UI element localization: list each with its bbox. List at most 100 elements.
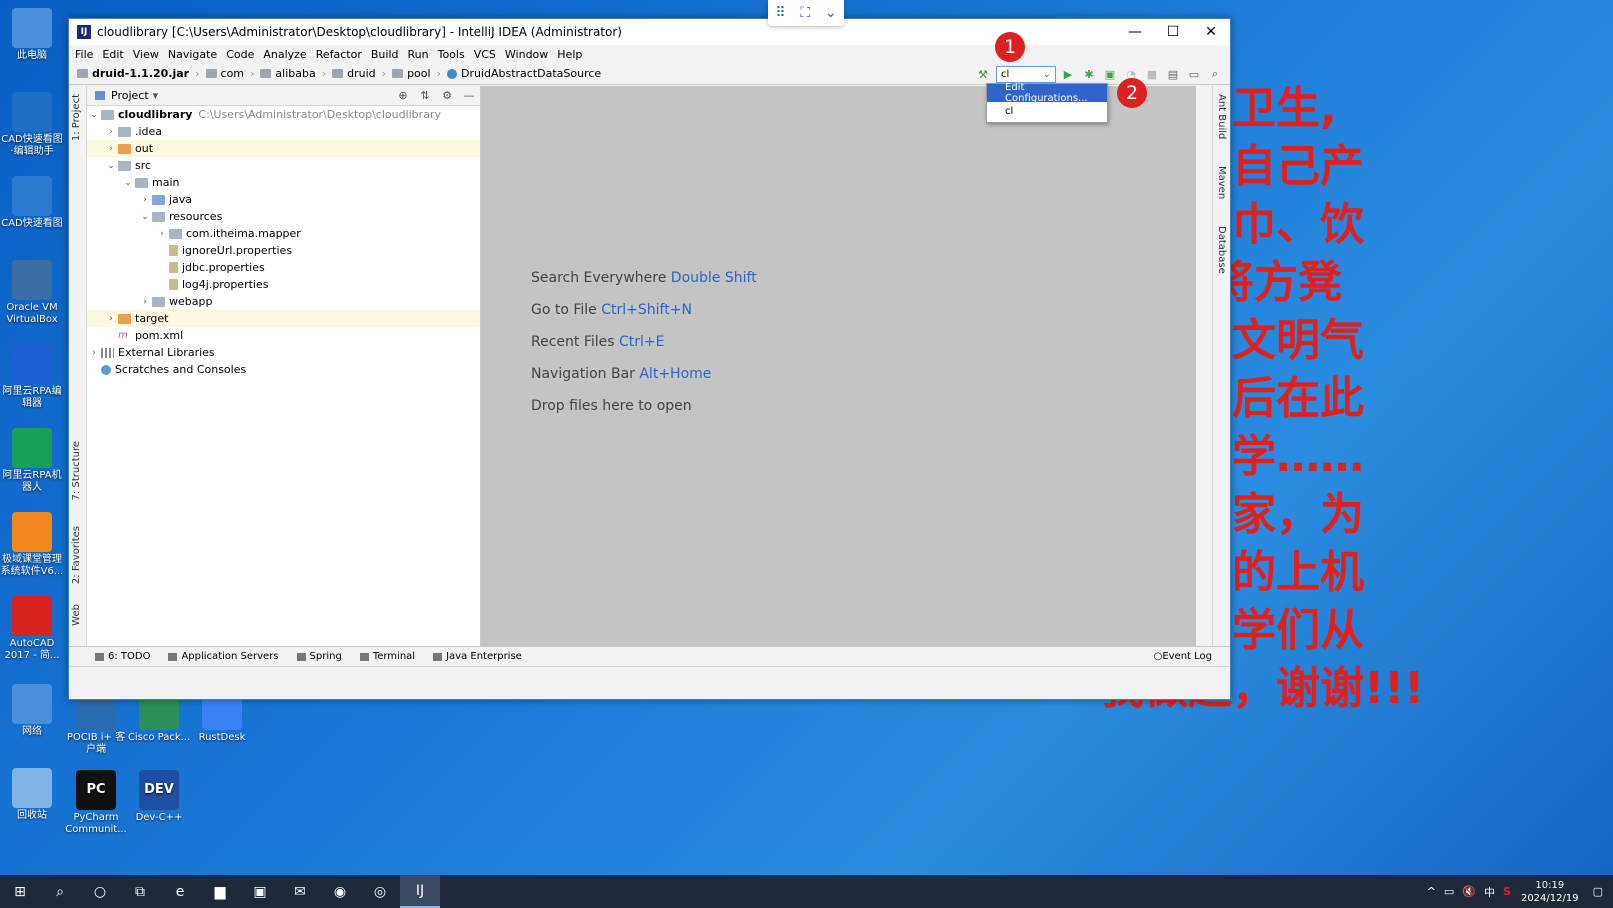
edit-configurations-item[interactable]: Edit Configurations... [987,82,1107,104]
intellij-icon[interactable]: IJ [400,875,440,908]
build-hammer-icon[interactable]: ⚒ [974,65,992,83]
hide-icon[interactable]: — [458,89,480,102]
chrome-icon[interactable]: ◉ [320,875,360,908]
run-icon[interactable]: ▶ [1059,65,1077,83]
desktop-icon[interactable]: 网络 [0,684,64,738]
search-icon[interactable]: ⌕ [1206,65,1224,83]
edge-icon[interactable]: e [160,875,200,908]
desktop-icon[interactable]: AutoCAD 2017 - 简... [0,596,64,662]
menu-help[interactable]: Help [557,48,582,61]
desktop-icon[interactable]: Oracle VM VirtualBox [0,260,64,326]
stop-icon[interactable]: ■ [1143,65,1161,83]
breadcrumb-item[interactable]: DruidAbstractDataSource [446,67,601,80]
chevron-down-icon[interactable]: ⌄ [104,161,118,171]
tree-node[interactable]: ignoreUrl.properties [87,242,480,259]
bottom-tab[interactable]: 6: TODO [95,651,150,662]
breadcrumb-item[interactable]: alibaba › [260,67,326,80]
tab-structure[interactable]: 7: Structure [71,441,82,500]
menu-analyze[interactable]: Analyze [263,48,306,61]
maximize-button[interactable]: ☐ [1154,24,1192,40]
tree-node[interactable]: › .idea [87,123,480,140]
desktop-icon[interactable]: CAD快速看图·编辑助手 [0,92,64,158]
cortana-icon[interactable]: ○ [80,875,120,908]
desktop-icon[interactable]: PC PyCharm Communit... [64,770,128,836]
menu-vcs[interactable]: VCS [474,48,496,61]
event-log-tab[interactable]: ○ Event Log [1154,651,1212,662]
tree-node[interactable]: › webapp [87,293,480,310]
chevron-right-icon[interactable]: › [104,144,118,154]
tab-database[interactable]: Database [1216,226,1227,274]
collapse-all-icon[interactable]: ⇅ [414,89,436,102]
chevron-down-icon[interactable]: ⌄ [87,110,101,120]
menu-tools[interactable]: Tools [438,48,465,61]
project-view-selector[interactable]: Project [111,89,149,102]
menu-run[interactable]: Run [408,48,429,61]
tree-node[interactable]: › External Libraries [87,344,480,361]
bottom-tab[interactable]: Spring [296,651,342,662]
tree-node[interactable]: ⌄ src [87,157,480,174]
tray-chevron-icon[interactable]: ^ [1427,885,1436,898]
locate-icon[interactable]: ⊕ [392,89,414,102]
sogou-icon[interactable]: S [1503,885,1511,898]
close-button[interactable]: ✕ [1192,24,1230,40]
tree-root[interactable]: ⌄ cloudlibrary C:\Users\Administrator\De… [87,106,480,123]
chevron-down-icon[interactable]: ⌄ [138,212,152,222]
debug-icon[interactable]: ✱ [1080,65,1098,83]
breadcrumb-item[interactable]: druid-1.1.20.jar › [77,67,200,80]
chevron-right-icon[interactable]: › [155,229,169,239]
notification-icon[interactable]: ▢ [1593,885,1603,898]
menu-code[interactable]: Code [226,48,254,61]
chevron-right-icon[interactable]: › [87,348,101,358]
chevron-down-icon[interactable]: ⌄ [825,5,837,21]
menu-edit[interactable]: Edit [102,48,123,61]
desktop-icon[interactable]: 此电脑 [0,8,64,62]
chevron-right-icon[interactable]: › [104,314,118,324]
start-icon[interactable]: ⊞ [0,875,40,908]
remote-control-bar[interactable]: ⠿ ⛶ ⌄ [768,0,844,26]
search-icon[interactable]: ⌕ [40,875,80,908]
tab-ant-build[interactable]: Ant Build [1216,94,1227,139]
chevron-down-icon[interactable]: ⌄ [121,178,135,188]
clock[interactable]: 10:19 2024/12/19 [1521,879,1579,905]
desktop-icon[interactable]: CAD快速看图 [0,176,64,230]
desktop-icon[interactable]: 回收站 [0,768,64,822]
tree-node[interactable]: › java [87,191,480,208]
tree-node[interactable]: › out [87,140,480,157]
menu-build[interactable]: Build [371,48,399,61]
chevron-right-icon[interactable]: › [104,127,118,137]
editor-area[interactable]: Search Everywhere Double Shift Go to File… [481,86,1196,646]
mail-icon[interactable]: ✉ [280,875,320,908]
bottom-tab[interactable]: Java Enterprise [433,651,522,662]
tree-node[interactable]: › target [87,310,480,327]
network-tray-icon[interactable]: ▭ [1444,885,1454,898]
tab-web[interactable]: Web [71,604,82,626]
bottom-tab[interactable]: Application Servers [168,651,279,662]
desktop-icon[interactable]: 阿里云RPA机器人 [0,428,64,494]
menu-view[interactable]: View [133,48,159,61]
chevron-right-icon[interactable]: › [138,195,152,205]
config-cl-item[interactable]: cl [987,102,1107,120]
explorer-icon[interactable]: ▆ [200,875,240,908]
project-structure-icon[interactable]: ▤ [1164,65,1182,83]
store-icon[interactable]: ▣ [240,875,280,908]
minimize-button[interactable]: — [1116,24,1154,40]
tree-node[interactable]: Scratches and Consoles [87,361,480,378]
gear-icon[interactable]: ⚙ [436,89,458,102]
task-view-icon[interactable]: ⧉ [120,875,160,908]
tree-node[interactable]: ⌄ main [87,174,480,191]
desktop-icon[interactable]: 极域课堂管理系统软件V6... [0,512,64,578]
breadcrumb-item[interactable]: pool › [392,67,441,80]
chevron-right-icon[interactable]: › [138,297,152,307]
grid-icon[interactable]: ⠿ [775,5,785,21]
tab-project[interactable]: 1: Project [71,94,82,141]
tab-maven[interactable]: Maven [1216,166,1227,199]
tree-node[interactable]: › com.itheima.mapper [87,225,480,242]
tab-favorites[interactable]: 2: Favorites [71,526,82,584]
tree-node[interactable]: jdbc.properties [87,259,480,276]
menu-navigate[interactable]: Navigate [168,48,217,61]
breadcrumb-item[interactable]: druid › [332,67,386,80]
menu-file[interactable]: File [75,48,93,61]
breadcrumb-item[interactable]: com › [205,67,254,80]
desktop-icon[interactable]: 阿里云RPA编辑器 [0,344,64,410]
run-config-selector[interactable]: cl ⌄ [996,65,1056,83]
